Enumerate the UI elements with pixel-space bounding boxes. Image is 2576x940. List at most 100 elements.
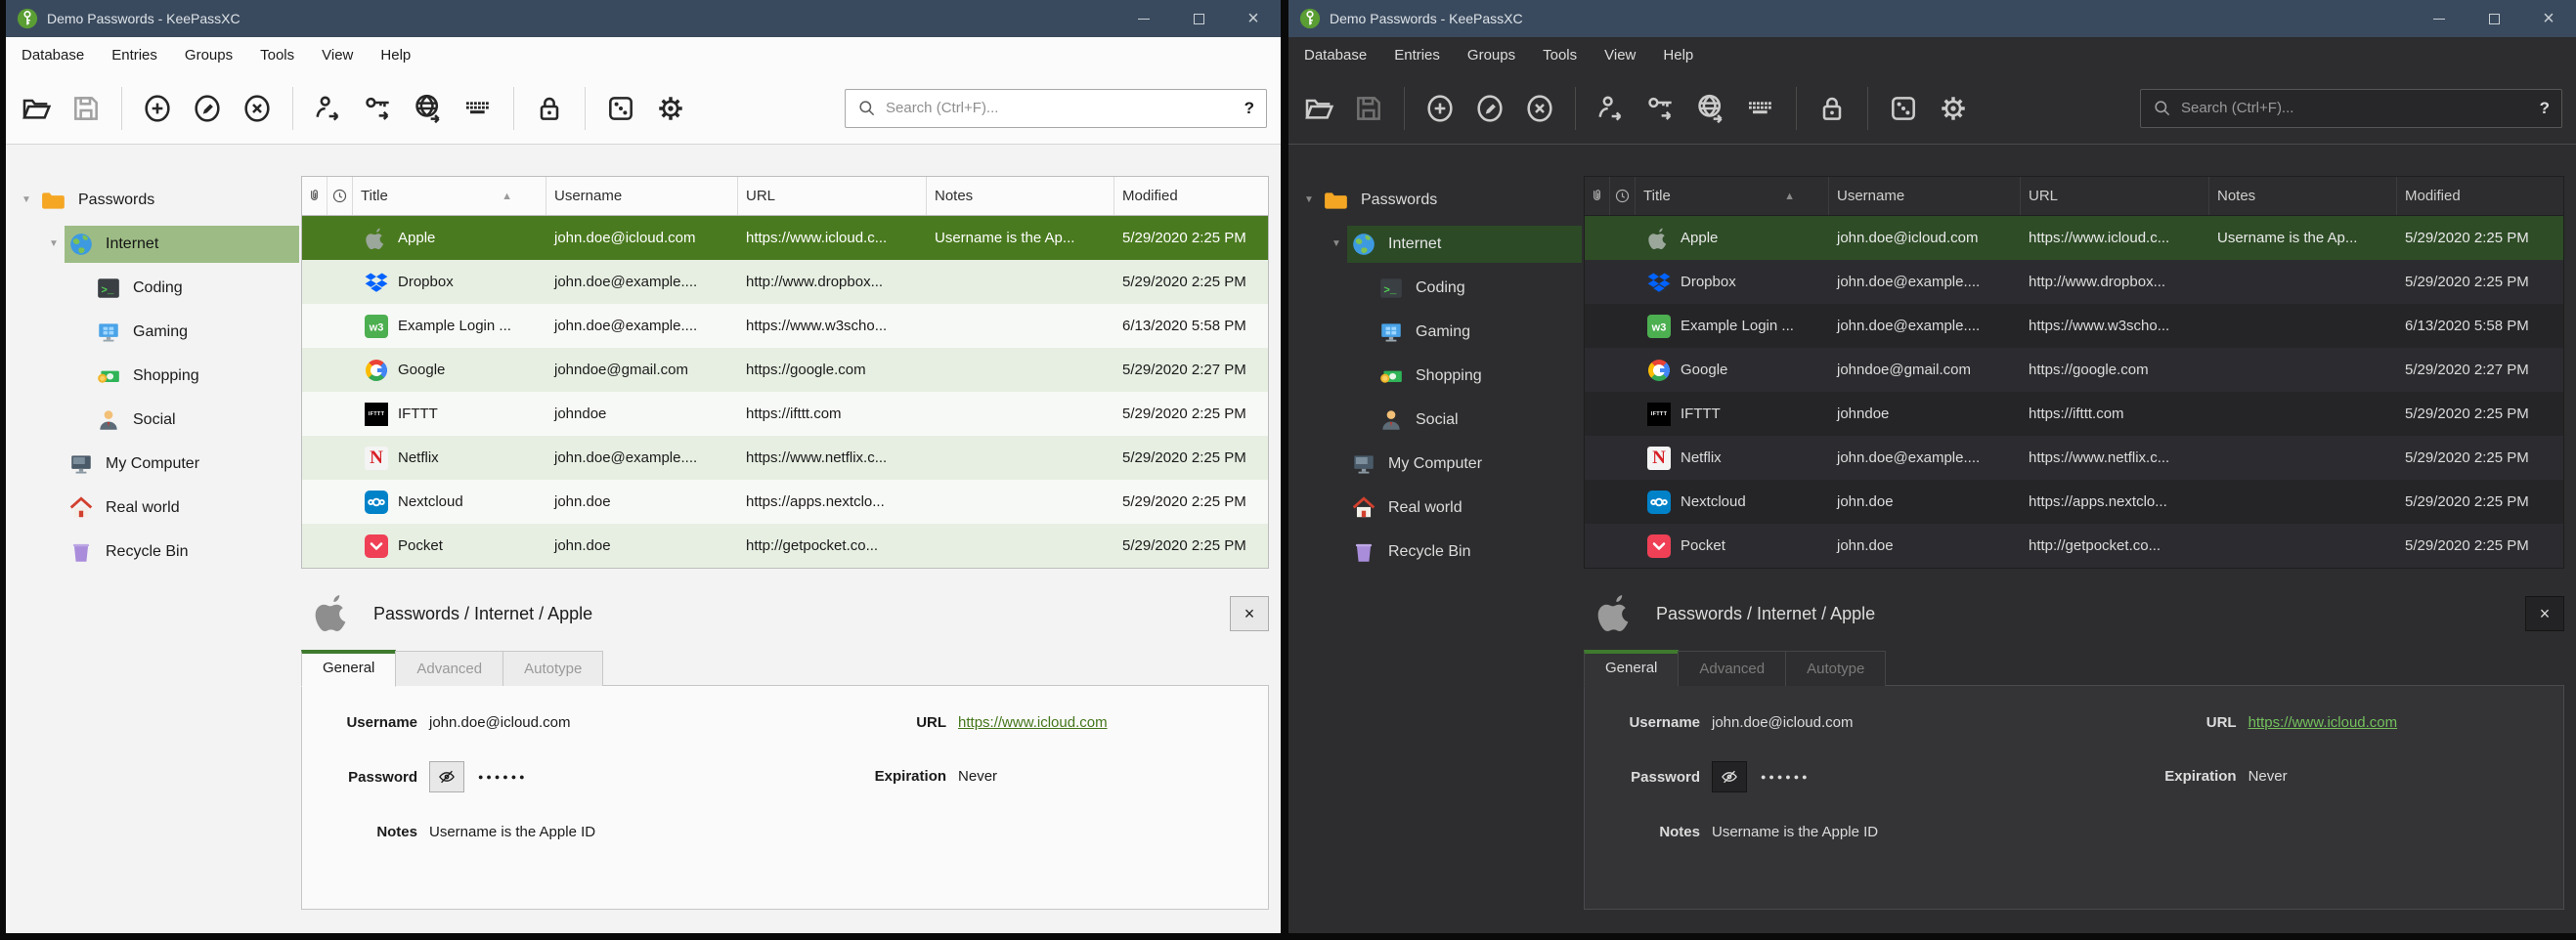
group-shopping[interactable]: Shopping [1288,354,1582,398]
expander-icon[interactable]: ▼ [43,238,65,249]
table-row-ifttt[interactable]: IFTTTIFTTTjohndoehttps://ifttt.com5/29/2… [302,392,1268,436]
copy-password-button[interactable] [1644,92,1678,125]
attachments-column-header[interactable] [302,177,327,215]
username-column-header[interactable]: Username [1829,177,2021,215]
toggle-password-button[interactable] [429,761,464,792]
save-database-button[interactable] [69,92,103,125]
maximize-button[interactable] [2467,0,2521,37]
table-row-pocket[interactable]: Pocketjohn.doehttp://getpocket.co...5/29… [1585,524,2563,568]
search-input[interactable] [886,100,1244,116]
open-database-button[interactable] [1302,92,1335,125]
password-generator-button[interactable] [1887,92,1920,125]
table-row-nextcloud[interactable]: Nextcloudjohn.doehttps://apps.nextclo...… [1585,480,2563,524]
table-row-google[interactable]: Googlejohndoe@gmail.comhttps://google.co… [302,348,1268,392]
table-row-dropbox[interactable]: Dropboxjohn.doe@example....http://www.dr… [302,260,1268,304]
menu-entries[interactable]: Entries [1380,39,1454,71]
edit-entry-button[interactable] [191,92,224,125]
modified-column-header[interactable]: Modified [2397,177,2563,215]
notes-column-header[interactable]: Notes [2209,177,2397,215]
group-internet[interactable]: ▼Internet [1288,222,1582,266]
open-database-button[interactable] [20,92,53,125]
edit-entry-button[interactable] [1473,92,1506,125]
menu-database[interactable]: Database [8,39,98,71]
table-row-apple[interactable]: Applejohn.doe@icloud.comhttps://www.iclo… [1585,216,2563,260]
table-row-apple[interactable]: Applejohn.doe@icloud.comhttps://www.iclo… [302,216,1268,260]
perform-autotype-button[interactable] [1744,92,1777,125]
menu-tools[interactable]: Tools [1529,39,1591,71]
menu-tools[interactable]: Tools [246,39,308,71]
table-row-example-login[interactable]: w3Example Login ...john.doe@example....h… [302,304,1268,348]
group-internet[interactable]: ▼Internet [6,222,299,266]
search-help-button[interactable]: ? [1244,99,1254,118]
close-button[interactable]: × [1226,0,1281,37]
group-coding[interactable]: >_Coding [1288,266,1582,310]
group-recycle-bin[interactable]: Recycle Bin [6,530,299,574]
expander-icon[interactable]: ▼ [1298,194,1320,205]
table-row-google[interactable]: Googlejohndoe@gmail.comhttps://google.co… [1585,348,2563,392]
tab-autotype[interactable]: Autotype [1785,651,1886,686]
group-coding[interactable]: >_Coding [6,266,299,310]
group-gaming[interactable]: Gaming [1288,310,1582,354]
group-gaming[interactable]: Gaming [6,310,299,354]
table-row-netflix[interactable]: NNetflixjohn.doe@example....https://www.… [1585,436,2563,480]
table-row-nextcloud[interactable]: Nextcloudjohn.doehttps://apps.nextclo...… [302,480,1268,524]
tab-advanced[interactable]: Advanced [395,651,503,686]
titlebar[interactable]: Demo Passwords - KeePassXC × [6,0,1281,37]
copy-username-button[interactable] [312,92,345,125]
settings-button[interactable] [654,92,687,125]
minimize-button[interactable] [2412,0,2467,37]
settings-button[interactable] [1937,92,1970,125]
username-column-header[interactable]: Username [546,177,738,215]
url-link[interactable]: https://www.icloud.com [2249,714,2398,731]
attachments-column-header[interactable] [1585,177,1610,215]
close-button[interactable]: × [2521,0,2576,37]
tab-general[interactable]: General [1584,650,1679,687]
table-row-pocket[interactable]: Pocketjohn.doehttp://getpocket.co...5/29… [302,524,1268,568]
copy-url-button[interactable] [1694,92,1727,125]
group-my-computer[interactable]: My Computer [6,442,299,486]
modified-column-header[interactable]: Modified [1114,177,1268,215]
search-input[interactable] [2181,100,2540,116]
search-help-button[interactable]: ? [2540,99,2550,118]
tab-advanced[interactable]: Advanced [1678,651,1786,686]
tab-general[interactable]: General [301,650,396,687]
add-entry-button[interactable] [141,92,174,125]
group-recycle-bin[interactable]: Recycle Bin [1288,530,1582,574]
delete-entry-button[interactable] [1523,92,1556,125]
copy-password-button[interactable] [362,92,395,125]
password-generator-button[interactable] [604,92,637,125]
table-row-ifttt[interactable]: IFTTTIFTTTjohndoehttps://ifttt.com5/29/2… [1585,392,2563,436]
expiry-column-header[interactable] [1610,177,1636,215]
copy-url-button[interactable] [412,92,445,125]
titlebar[interactable]: Demo Passwords - KeePassXC × [1288,0,2576,37]
menu-view[interactable]: View [308,39,367,71]
lock-database-button[interactable] [533,92,566,125]
url-link[interactable]: https://www.icloud.com [958,714,1108,731]
table-row-netflix[interactable]: NNetflixjohn.doe@example....https://www.… [302,436,1268,480]
group-social[interactable]: Social [1288,398,1582,442]
menu-groups[interactable]: Groups [1454,39,1529,71]
expander-icon[interactable]: ▼ [1326,238,1347,249]
menu-help[interactable]: Help [1649,39,1707,71]
lock-database-button[interactable] [1815,92,1849,125]
group-passwords[interactable]: ▼Passwords [1288,178,1582,222]
url-column-header[interactable]: URL [2021,177,2209,215]
menu-help[interactable]: Help [367,39,424,71]
menu-database[interactable]: Database [1290,39,1380,71]
close-preview-button[interactable]: × [2525,596,2564,631]
group-real-world[interactable]: Real world [1288,486,1582,530]
table-row-dropbox[interactable]: Dropboxjohn.doe@example....http://www.dr… [1585,260,2563,304]
table-row-example-login[interactable]: w3Example Login ...john.doe@example....h… [1585,304,2563,348]
add-entry-button[interactable] [1423,92,1457,125]
group-passwords[interactable]: ▼Passwords [6,178,299,222]
group-my-computer[interactable]: My Computer [1288,442,1582,486]
title-column-header[interactable]: Title▲ [1636,177,1829,215]
toggle-password-button[interactable] [1712,761,1747,792]
group-shopping[interactable]: Shopping [6,354,299,398]
perform-autotype-button[interactable] [461,92,495,125]
notes-column-header[interactable]: Notes [927,177,1114,215]
tab-autotype[interactable]: Autotype [502,651,603,686]
expander-icon[interactable]: ▼ [16,194,37,205]
group-real-world[interactable]: Real world [6,486,299,530]
menu-groups[interactable]: Groups [171,39,246,71]
